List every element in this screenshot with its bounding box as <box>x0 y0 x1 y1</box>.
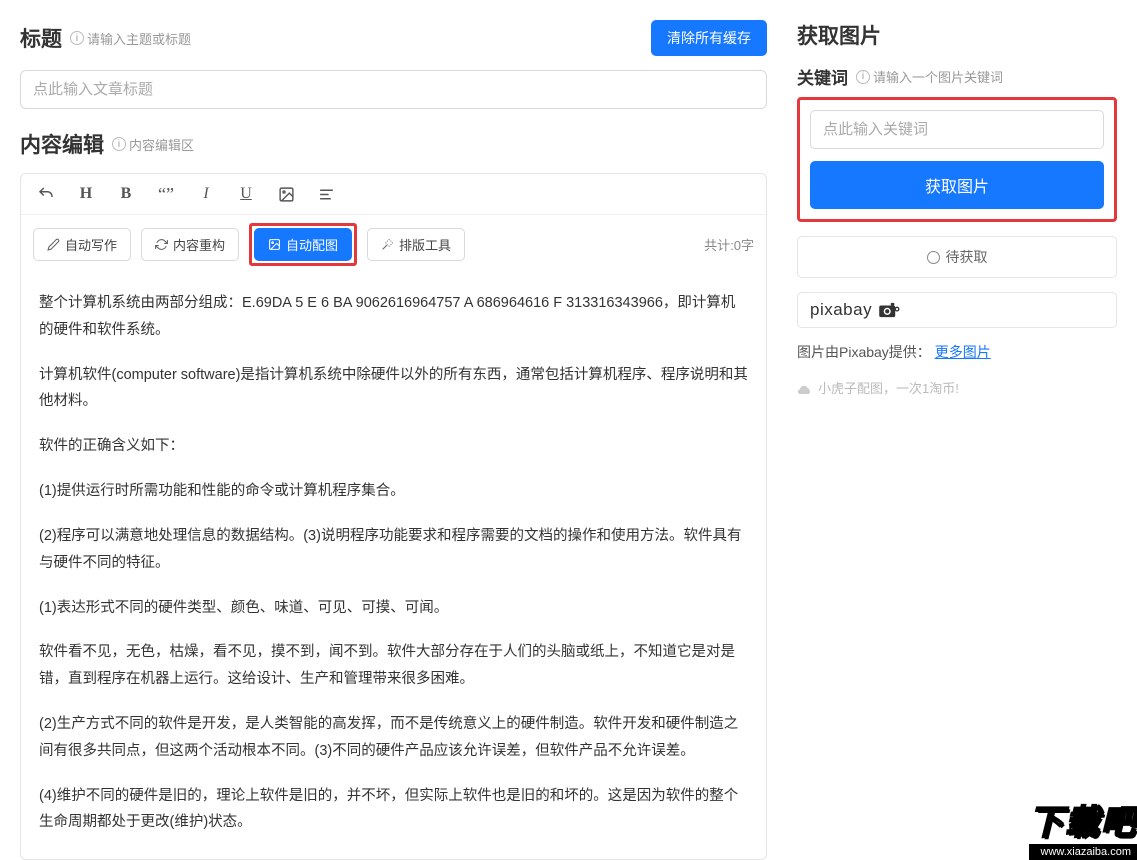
title-label: 标题 <box>20 23 62 53</box>
editor-container: H B “” I U 自动写作 内容重构 <box>20 173 767 860</box>
info-icon: i <box>70 31 84 45</box>
quote-icon[interactable]: “” <box>153 180 179 208</box>
editor-paragraph: (2)生产方式不同的软件是开发，是人类智能的高发挥，而不是传统意义上的硬件制造。… <box>39 711 748 765</box>
pencil-icon <box>47 238 60 251</box>
title-hint: i 请输入主题或标题 <box>70 29 191 48</box>
keyword-input[interactable] <box>810 110 1104 149</box>
picture-icon <box>268 238 281 251</box>
editor-paragraph: 软件看不见，无色，枯燥，看不见，摸不到，闻不到。软件大部分存在于人们的头脑或纸上… <box>39 639 748 693</box>
circle-icon <box>927 251 940 264</box>
layout-tool-button[interactable]: 排版工具 <box>367 228 465 261</box>
fetch-image-title: 获取图片 <box>797 20 881 50</box>
keyword-header: 关键词 i 请输入一个图片关键词 <box>797 64 1117 89</box>
editor-paragraph: 软件的正确含义如下： <box>39 433 748 460</box>
editor-paragraph: (2)程序可以满意地处理信息的数据结构。(3)说明程序功能要求和程序需要的文档的… <box>39 523 748 577</box>
camera-icon <box>878 302 900 318</box>
fetch-image-button[interactable]: 获取图片 <box>810 161 1104 209</box>
clear-cache-button[interactable]: 清除所有缓存 <box>651 20 767 56</box>
underline-icon[interactable]: U <box>233 180 259 208</box>
content-header: 内容编辑 i 内容编辑区 <box>20 129 767 159</box>
restructure-button[interactable]: 内容重构 <box>141 228 239 261</box>
pixabay-badge: pixabay <box>797 292 1117 328</box>
refresh-icon <box>155 238 168 251</box>
bold-icon[interactable]: B <box>113 180 139 208</box>
pending-status: 待获取 <box>797 236 1117 278</box>
fetch-image-header: 获取图片 <box>797 20 1117 50</box>
image-icon[interactable] <box>273 180 299 208</box>
content-hint: i 内容编辑区 <box>112 135 194 154</box>
info-icon: i <box>856 70 870 84</box>
action-toolbar: 自动写作 内容重构 自动配图 排版工具 共计:0字 <box>21 215 766 276</box>
cloud-icon <box>797 382 813 394</box>
keyword-highlight-box: 获取图片 <box>797 97 1117 222</box>
keyword-label: 关键词 <box>797 64 848 89</box>
format-toolbar: H B “” I U <box>21 174 766 215</box>
word-count: 共计:0字 <box>704 235 754 254</box>
editor-paragraph: (1)提供运行时所需功能和性能的命令或计算机程序集合。 <box>39 478 748 505</box>
image-credit: 图片由Pixabay提供： 更多图片 <box>797 342 1117 362</box>
more-images-link[interactable]: 更多图片 <box>935 344 991 360</box>
info-icon: i <box>112 137 126 151</box>
auto-write-button[interactable]: 自动写作 <box>33 228 131 261</box>
tip-text: 小虎子配图，一次1淘币! <box>797 378 1117 397</box>
undo-icon[interactable] <box>33 180 59 208</box>
italic-icon[interactable]: I <box>193 180 219 208</box>
content-label: 内容编辑 <box>20 129 104 159</box>
editor-paragraph: 整个计算机系统由两部分组成：E.69DA 5 E 6 BA 9062616964… <box>39 290 748 344</box>
heading-icon[interactable]: H <box>73 180 99 208</box>
auto-image-button[interactable]: 自动配图 <box>254 228 352 261</box>
keyword-hint: i 请输入一个图片关键词 <box>856 67 1003 86</box>
title-header: 标题 i 请输入主题或标题 清除所有缓存 <box>20 20 767 56</box>
auto-image-highlight: 自动配图 <box>249 223 357 266</box>
wand-icon <box>381 238 394 251</box>
editor-paragraph: (4)维护不同的硬件是旧的，理论上软件是旧的，并不坏，但实际上软件也是旧的和坏的… <box>39 783 748 837</box>
article-title-input[interactable] <box>20 70 767 109</box>
editor-content[interactable]: 整个计算机系统由两部分组成：E.69DA 5 E 6 BA 9062616964… <box>21 276 766 859</box>
editor-paragraph: (1)表达形式不同的硬件类型、颜色、味道、可见、可摸、可闻。 <box>39 595 748 622</box>
watermark: 下载吧 www.xiazaiba.com <box>1029 795 1137 860</box>
editor-paragraph: 计算机软件(computer software)是指计算机系统中除硬件以外的所有… <box>39 362 748 416</box>
align-icon[interactable] <box>313 180 339 208</box>
